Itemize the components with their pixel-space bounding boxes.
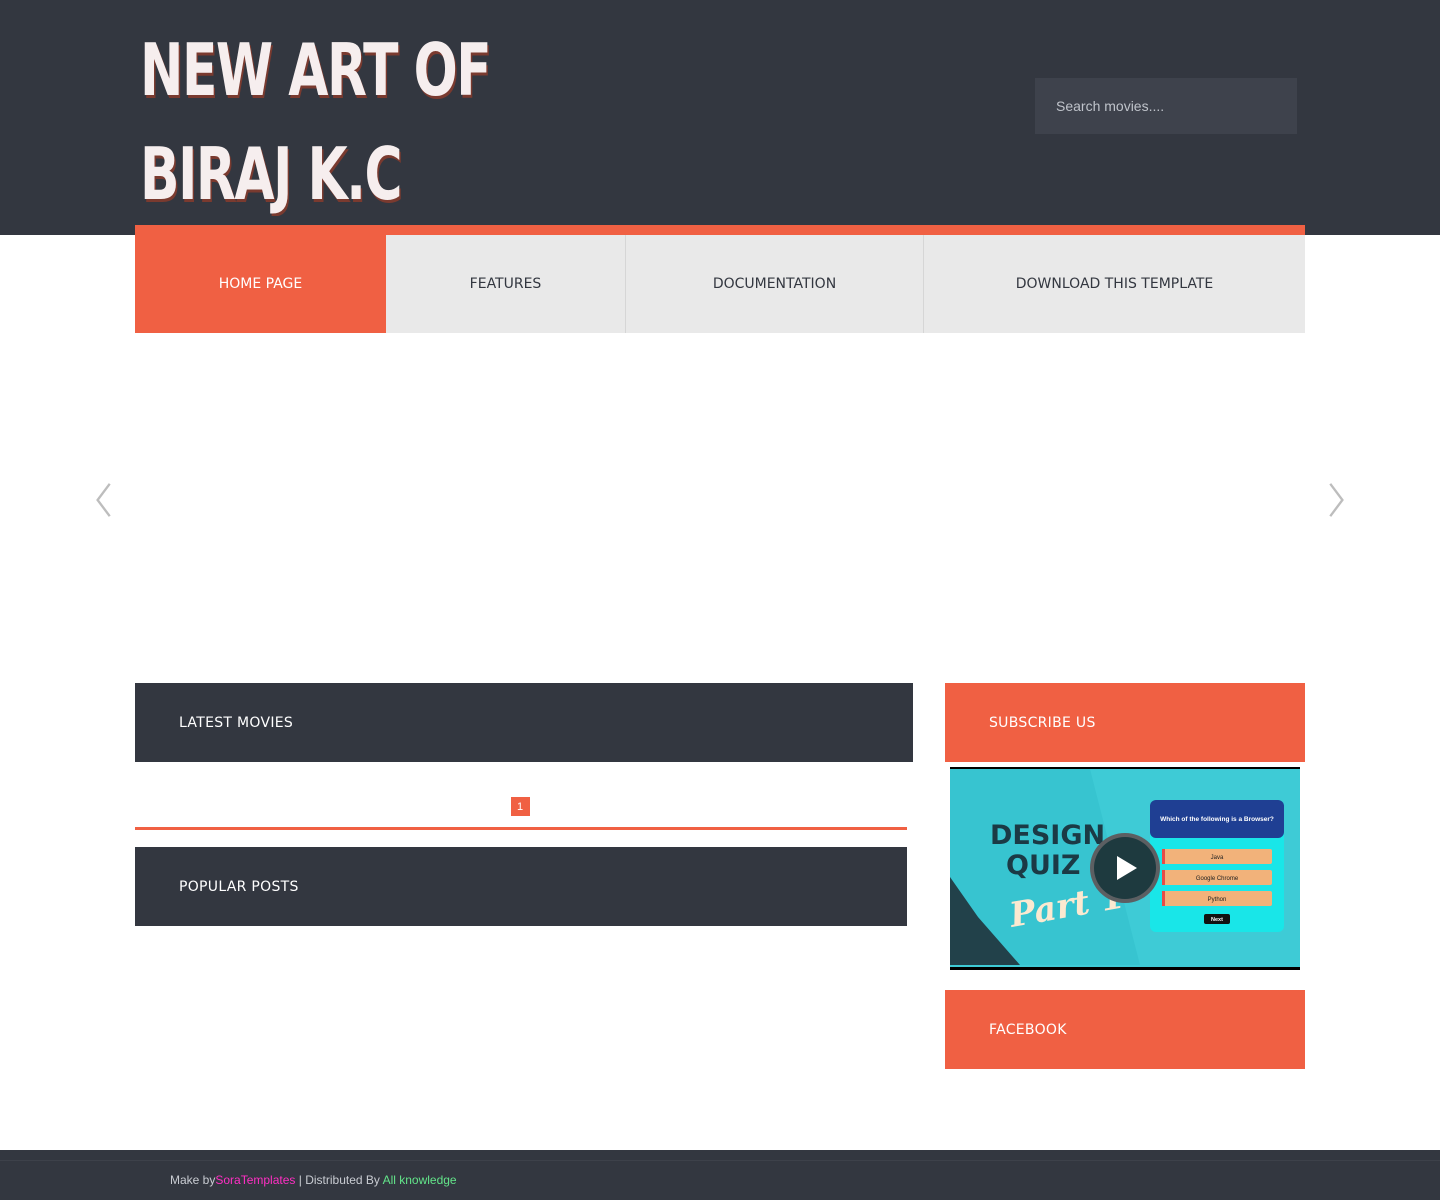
youtube-video-embed[interactable]: DESIGN QUIZ Part 1 Which of the followin… bbox=[950, 767, 1300, 970]
video-text-quiz: QUIZ bbox=[1006, 850, 1081, 881]
popular-posts-header: POPULAR POSTS bbox=[135, 847, 907, 926]
page-number-1[interactable]: 1 bbox=[510, 797, 530, 816]
latest-movies-title: LATEST MOVIES bbox=[179, 714, 294, 731]
quiz-option-2: Google Chrome bbox=[1196, 876, 1239, 882]
footer-link-all-knowledge[interactable]: All knowledge bbox=[383, 1173, 457, 1187]
footer-credits: Make bySoraTemplates | Distributed By Al… bbox=[170, 1173, 457, 1187]
search-input[interactable] bbox=[1035, 78, 1297, 134]
facebook-header: FACEBOOK bbox=[945, 990, 1305, 1069]
site-header: NEW ART OF BIRAJ K.C bbox=[0, 0, 1440, 235]
video-text-design: DESIGN bbox=[990, 820, 1105, 851]
footer-make-by: Make by bbox=[170, 1173, 216, 1187]
subscribe-title: SUBSCRIBE US bbox=[989, 714, 1096, 731]
quiz-question: Which of the following is a Browser? bbox=[1160, 816, 1274, 823]
quiz-option-1: Java bbox=[1211, 855, 1224, 861]
slider-prev-button[interactable] bbox=[90, 478, 120, 522]
quiz-next: Next bbox=[1211, 917, 1223, 923]
quiz-option-3: Python bbox=[1208, 897, 1227, 903]
latest-movies-header: LATEST MOVIES bbox=[135, 683, 913, 762]
facebook-title: FACEBOOK bbox=[989, 1021, 1067, 1038]
site-footer: Make bySoraTemplates | Distributed By Al… bbox=[0, 1150, 1440, 1200]
chevron-left-icon bbox=[96, 483, 113, 517]
footer-divider bbox=[0, 1160, 1440, 1161]
site-title-line2[interactable]: BIRAJ K.C bbox=[140, 122, 543, 226]
nav-item-features[interactable]: FEATURES bbox=[386, 235, 626, 333]
site-title-line1[interactable]: NEW ART OF bbox=[140, 18, 543, 122]
nav-item-documentation[interactable]: DOCUMENTATION bbox=[626, 235, 924, 333]
nav-item-download-template[interactable]: DOWNLOAD THIS TEMPLATE bbox=[924, 235, 1305, 333]
site-title[interactable]: NEW ART OF BIRAJ K.C bbox=[140, 18, 543, 226]
popular-posts-title: POPULAR POSTS bbox=[179, 878, 299, 895]
chevron-right-icon bbox=[1327, 483, 1344, 517]
subscribe-header: SUBSCRIBE US bbox=[945, 683, 1305, 762]
section-divider bbox=[135, 827, 907, 830]
footer-link-soratemplates[interactable]: SoraTemplates bbox=[215, 1173, 295, 1187]
slider-next-button[interactable] bbox=[1320, 478, 1350, 522]
main-nav: HOME PAGE FEATURES DOCUMENTATION DOWNLOA… bbox=[135, 225, 1305, 333]
video-thumbnail: DESIGN QUIZ Part 1 Which of the followin… bbox=[950, 767, 1300, 970]
pagination: 1 bbox=[135, 797, 907, 817]
footer-distributed: | Distributed By bbox=[295, 1173, 383, 1187]
play-icon[interactable] bbox=[1090, 833, 1160, 903]
nav-item-home-page[interactable]: HOME PAGE bbox=[135, 225, 386, 333]
